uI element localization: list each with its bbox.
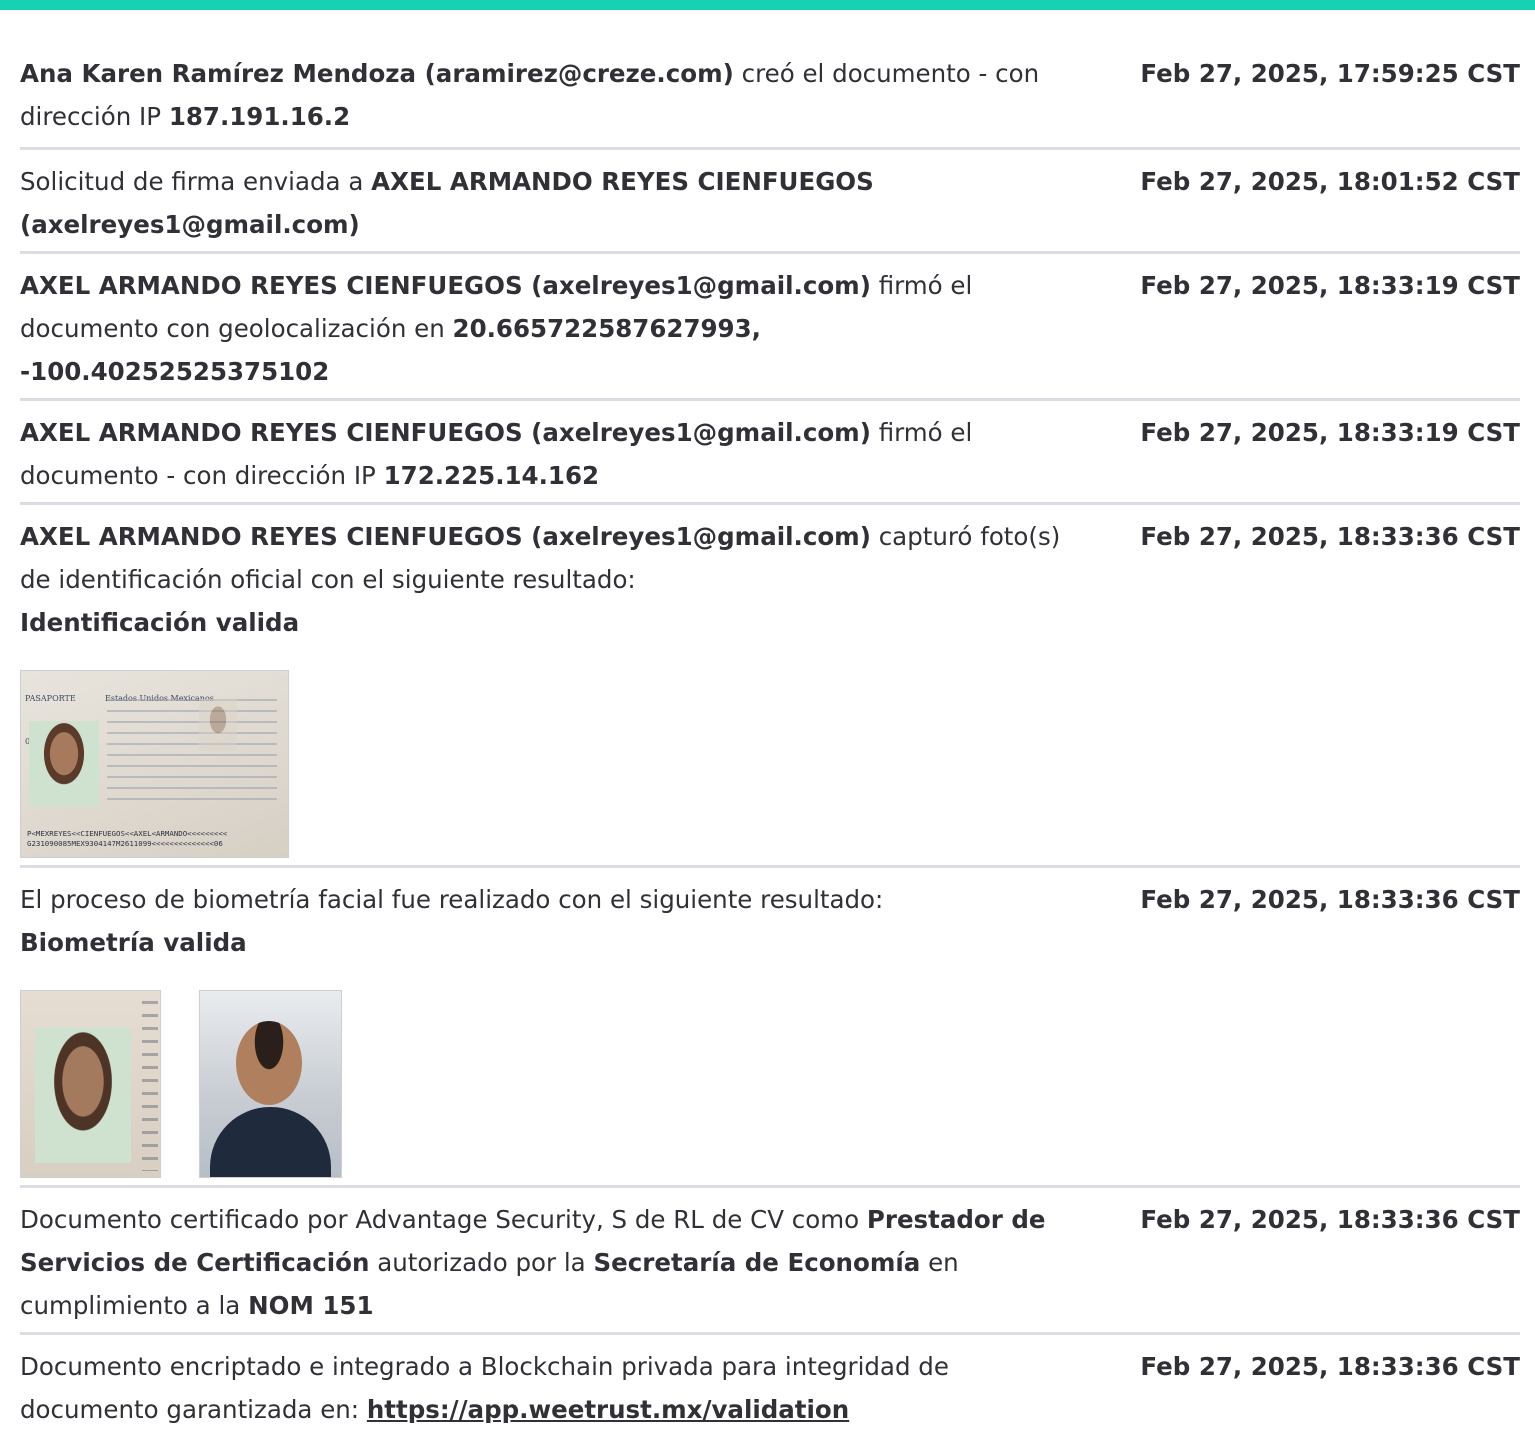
validation-result: Identificación valida [20,608,300,637]
audit-row: Documento certificado por Advantage Secu… [20,1188,1520,1335]
event-timestamp: Feb 27, 2025, 18:33:36 CST [1140,885,1520,914]
action-text: autorizado por la [369,1248,594,1277]
event-description: Documento certificado por Advantage Secu… [20,1198,1065,1327]
passport-ghost-face [199,699,237,751]
event-timestamp: Feb 27, 2025, 18:33:19 CST [1140,271,1520,300]
event-timestamp: Feb 27, 2025, 18:01:52 CST [1140,167,1520,196]
audit-row: AXEL ARMANDO REYES CIENFUEGOS (axelreyes… [20,254,1520,401]
event-timestamp: Feb 27, 2025, 18:33:19 CST [1140,418,1520,447]
actor: AXEL ARMANDO REYES CIENFUEGOS (axelreyes… [20,271,871,300]
standard: NOM 151 [248,1291,374,1320]
passport-mrz: P<MEXREYES<<CIENFUEGOS<<AXEL<ARMANDO<<<<… [27,829,228,848]
event-description: Solicitud de firma enviada a AXEL ARMAND… [20,160,1065,246]
event-timestamp: Feb 27, 2025, 18:33:36 CST [1140,1205,1520,1234]
event-description: Ana Karen Ramírez Mendoza (aramirez@crez… [20,52,1065,138]
action-text: Documento certificado por Advantage Secu… [20,1205,867,1234]
selfie-body [210,1107,331,1177]
action-text: Solicitud de firma enviada a [20,167,372,196]
audit-row: AXEL ARMANDO REYES CIENFUEGOS (axelreyes… [20,401,1520,505]
event-timestamp: Feb 27, 2025, 18:33:36 CST [1140,1352,1520,1381]
biometric-result: Biometría valida [20,928,247,957]
id-images: PASAPORTE04422255 Estados Unidos Mexican… [20,670,1065,858]
selfie-photo[interactable] [199,990,342,1178]
validation-link[interactable]: https://app.weetrust.mx/validation [367,1395,849,1424]
selfie-head [236,1021,302,1105]
passport-face [29,721,99,807]
event-description: AXEL ARMANDO REYES CIENFUEGOS (axelreyes… [20,411,1065,497]
audit-row: Solicitud de firma enviada a AXEL ARMAND… [20,150,1520,254]
authority: Secretaría de Economía [593,1248,921,1277]
ip-address: 172.225.14.162 [383,461,600,490]
actor: AXEL ARMANDO REYES CIENFUEGOS (axelreyes… [20,418,871,447]
event-description: El proceso de biometría facial fue reali… [20,878,1065,1178]
event-description: Documento encriptado e integrado a Block… [20,1345,1065,1431]
ip-address: 187.191.16.2 [168,102,351,131]
actor: AXEL ARMANDO REYES CIENFUEGOS (axelreyes… [20,522,871,551]
biometric-images [20,990,1065,1178]
event-description: AXEL ARMANDO REYES CIENFUEGOS (axelreyes… [20,515,1065,858]
audit-log: Ana Karen Ramírez Mendoza (aramirez@crez… [20,52,1520,1439]
audit-row: El proceso de biometría facial fue reali… [20,868,1520,1188]
id-text-fragment [142,1001,158,1171]
event-timestamp: Feb 27, 2025, 17:59:25 CST [1140,59,1520,88]
audit-row: AXEL ARMANDO REYES CIENFUEGOS (axelreyes… [20,505,1520,868]
accent-top-bar [0,0,1535,10]
passport-fields [107,699,277,809]
id-face-crop[interactable] [20,990,161,1178]
audit-row: Ana Karen Ramírez Mendoza (aramirez@crez… [20,52,1520,150]
id-face [35,1027,131,1163]
event-description: AXEL ARMANDO REYES CIENFUEGOS (axelreyes… [20,264,1065,393]
passport-photo[interactable]: PASAPORTE04422255 Estados Unidos Mexican… [20,670,289,858]
event-timestamp: Feb 27, 2025, 18:33:36 CST [1140,522,1520,551]
actor: Ana Karen Ramírez Mendoza (aramirez@crez… [20,59,734,88]
action-text: El proceso de biometría facial fue reali… [20,885,884,914]
audit-row: Documento encriptado e integrado a Block… [20,1335,1520,1439]
